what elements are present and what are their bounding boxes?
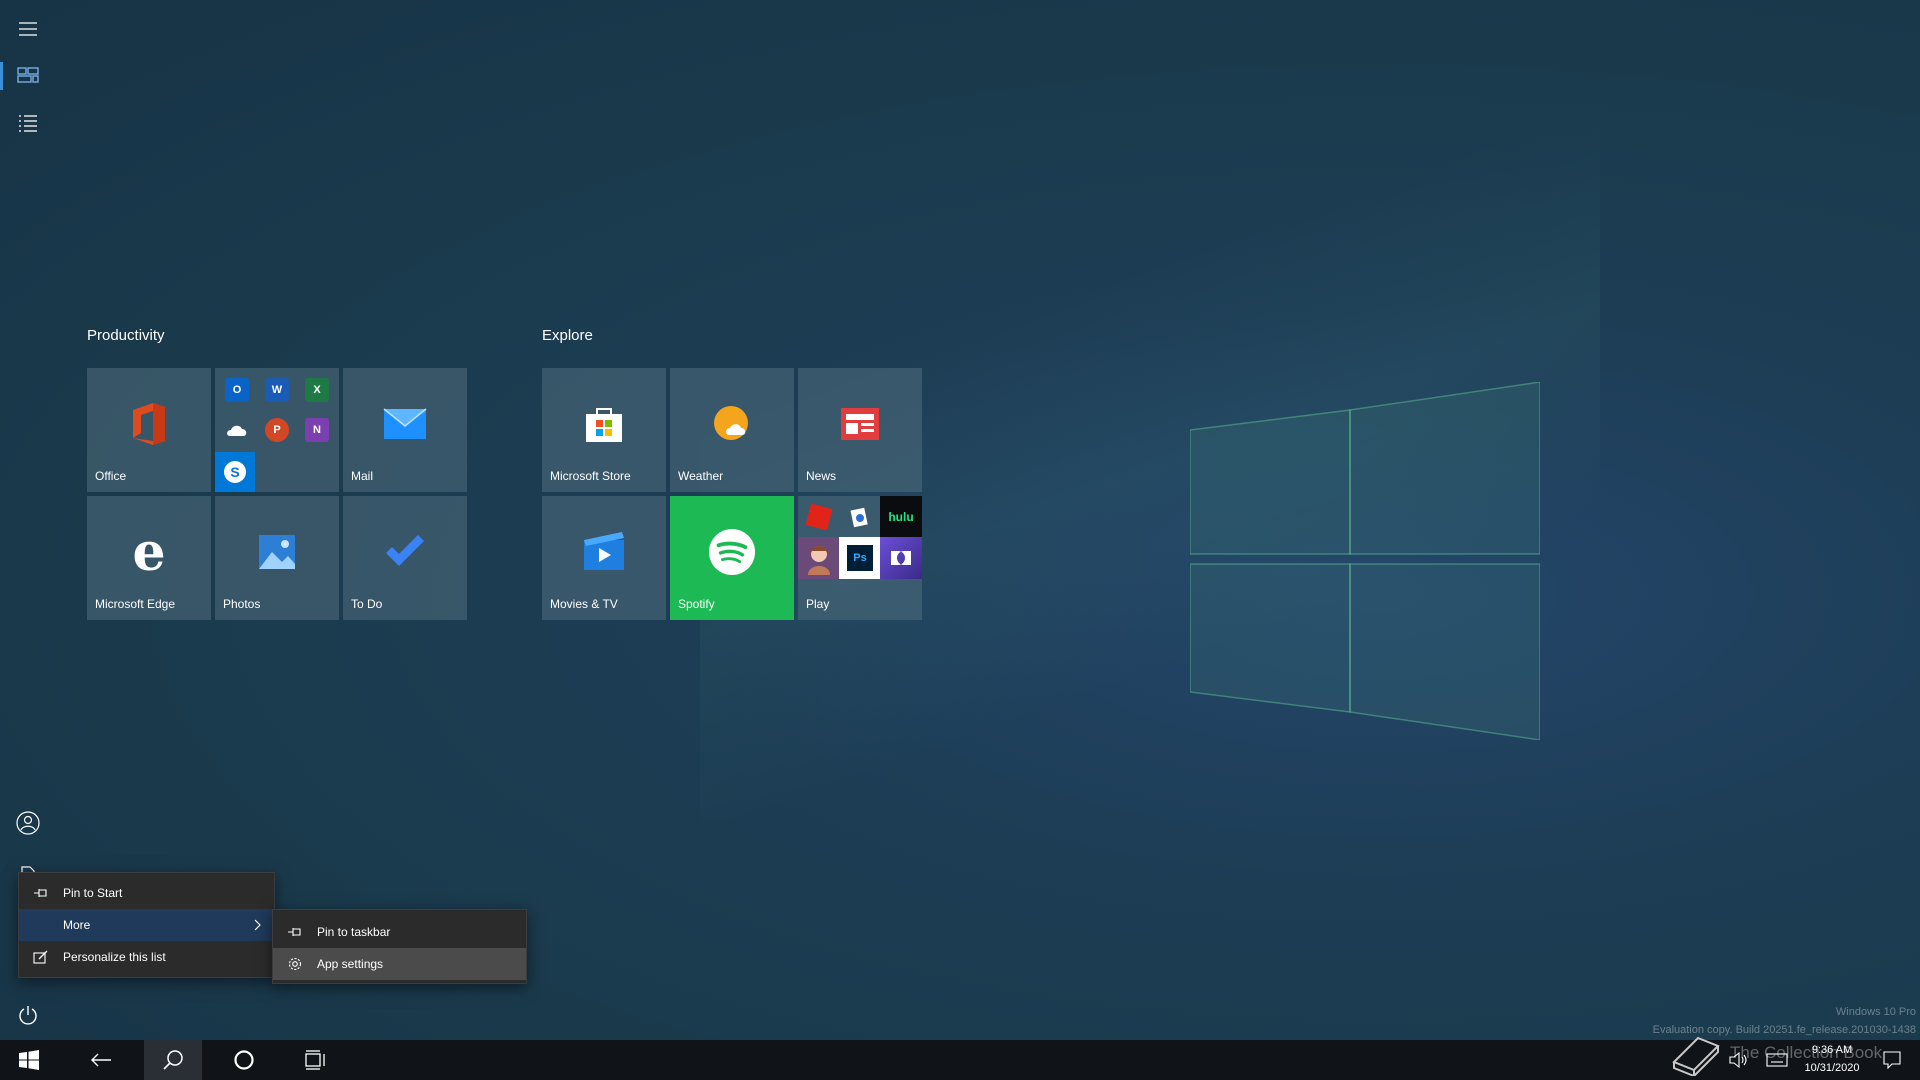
tile-label: Photos	[223, 597, 261, 611]
tile-photos[interactable]: Photos	[215, 496, 339, 620]
tile-mail[interactable]: Mail	[343, 368, 467, 492]
hulu-icon: hulu	[880, 496, 922, 538]
pinned-tiles-button[interactable]	[0, 52, 56, 98]
menu-item-label: Pin to Start	[63, 886, 123, 900]
cortana-button[interactable]	[215, 1040, 273, 1080]
tile-label: News	[806, 469, 837, 483]
outlook-icon: O	[225, 378, 249, 402]
powerpoint-icon: P	[265, 418, 289, 442]
keyboard-input-button[interactable]	[1760, 1040, 1794, 1080]
tile-to-do[interactable]: To Do	[343, 496, 467, 620]
user-icon	[16, 811, 40, 835]
office-icon	[125, 400, 173, 448]
tile-office[interactable]: Office	[87, 368, 211, 492]
excel-icon: X	[305, 378, 329, 402]
task-view-icon	[305, 1050, 325, 1070]
movies-tv-icon	[580, 528, 628, 576]
tile-weather[interactable]: Weather	[670, 368, 794, 492]
tile-play-folder[interactable]: hulu Ps Play	[798, 496, 922, 620]
word-icon: W	[265, 378, 289, 402]
dolby-icon	[880, 537, 922, 579]
list-icon	[19, 115, 37, 132]
cortana-icon	[234, 1050, 254, 1070]
volume-button[interactable]	[1722, 1040, 1756, 1080]
tile-spotify[interactable]: Spotify	[670, 496, 794, 620]
pin-icon	[19, 887, 63, 899]
todo-icon	[381, 528, 429, 576]
tile-movies-tv[interactable]: Movies & TV	[542, 496, 666, 620]
game-character-icon	[798, 537, 840, 579]
action-center-button[interactable]	[1872, 1040, 1912, 1080]
tile-label: Weather	[678, 469, 724, 483]
solitaire-icon	[839, 496, 881, 538]
personalize-icon	[19, 950, 63, 964]
tile-office-apps-folder[interactable]: O W X P N S	[215, 368, 339, 492]
spotify-icon	[708, 528, 756, 576]
news-icon	[836, 400, 884, 448]
onenote-icon: N	[305, 418, 329, 442]
tile-news[interactable]: News	[798, 368, 922, 492]
edge-icon: e	[132, 521, 166, 583]
context-menu: Pin to Start More Personalize this list	[18, 872, 275, 978]
photoshop-express-icon: Ps	[839, 537, 881, 579]
clock-date[interactable]: 10/31/2020	[1796, 1062, 1868, 1074]
taskbar: The Collection Book 9:36 AM 10/31/2020	[0, 1036, 1920, 1080]
clock-time[interactable]: 9:36 AM	[1796, 1044, 1868, 1056]
power-icon	[19, 1006, 37, 1025]
hamburger-menu-button[interactable]	[0, 6, 56, 52]
chevron-right-icon	[254, 919, 261, 931]
weather-icon	[708, 400, 756, 448]
tiles-view-icon	[17, 67, 39, 83]
back-arrow-icon	[91, 1053, 111, 1067]
tile-microsoft-store[interactable]: Microsoft Store	[542, 368, 666, 492]
notification-icon	[1883, 1051, 1901, 1069]
tile-label: Office	[95, 469, 127, 483]
book-icon	[1672, 1036, 1720, 1076]
tile-microsoft-edge[interactable]: e Microsoft Edge	[87, 496, 211, 620]
all-apps-button[interactable]	[0, 100, 56, 146]
group-title-productivity[interactable]: Productivity	[87, 327, 165, 344]
menu-item-app-settings[interactable]: App settings	[273, 948, 526, 980]
mail-icon	[381, 400, 429, 448]
menu-item-label: Pin to taskbar	[317, 925, 391, 939]
photos-icon	[253, 528, 301, 576]
tile-label: Microsoft Edge	[95, 597, 176, 611]
pin-icon	[273, 926, 317, 938]
windows-wallpaper-logo	[1190, 382, 1540, 740]
windows-edition-watermark: Windows 10 Pro	[1835, 1006, 1916, 1018]
tile-label: Microsoft Store	[550, 469, 631, 483]
menu-item-personalize-list[interactable]: Personalize this list	[19, 941, 274, 973]
menu-item-label: App settings	[317, 957, 384, 971]
keyboard-icon	[1766, 1053, 1788, 1067]
store-icon	[580, 400, 628, 448]
gear-icon	[273, 956, 317, 972]
context-submenu: Pin to taskbar App settings	[272, 909, 527, 984]
menu-item-pin-to-taskbar[interactable]: Pin to taskbar	[273, 916, 526, 948]
roblox-icon	[798, 496, 840, 538]
menu-item-label: More	[63, 918, 91, 932]
tile-label: Movies & TV	[550, 597, 618, 611]
group-title-explore[interactable]: Explore	[542, 327, 593, 344]
tile-label: Spotify	[678, 597, 715, 611]
skype-icon: S	[215, 452, 255, 492]
back-button[interactable]	[72, 1040, 130, 1080]
user-account-button[interactable]	[0, 800, 56, 846]
volume-icon	[1729, 1052, 1747, 1068]
onedrive-icon	[225, 418, 249, 442]
menu-item-label: Personalize this list	[63, 950, 166, 964]
search-icon	[163, 1050, 183, 1070]
menu-item-more[interactable]: More	[19, 909, 274, 941]
tile-label: Play	[806, 597, 830, 611]
collection-book-tray-icon[interactable]	[1668, 1036, 1728, 1080]
task-view-button[interactable]	[287, 1040, 345, 1080]
search-button[interactable]	[144, 1040, 202, 1080]
menu-item-pin-to-start[interactable]: Pin to Start	[19, 877, 274, 909]
windows-icon	[19, 1050, 39, 1070]
tile-label: To Do	[351, 597, 383, 611]
start-button[interactable]	[0, 1040, 58, 1080]
tile-label: Mail	[351, 469, 374, 483]
hamburger-icon	[19, 22, 37, 36]
power-button[interactable]	[0, 992, 56, 1038]
